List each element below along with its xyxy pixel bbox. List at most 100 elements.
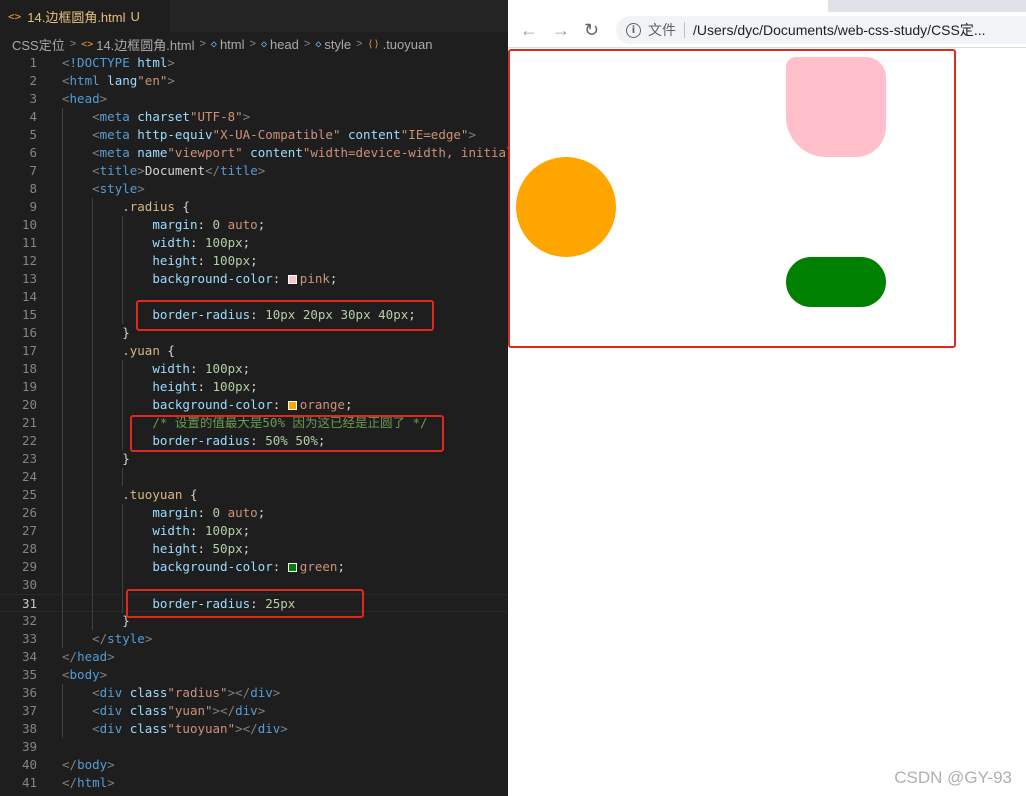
address-bar[interactable]: i 文件 /Users/dyc/Documents/web-css-study/… xyxy=(616,16,1026,44)
code-line[interactable]: 6 <meta name"viewport" content"width=dev… xyxy=(0,144,508,162)
browser-tab-inactive[interactable] xyxy=(841,0,1026,12)
indent-guide xyxy=(62,468,63,486)
code-line[interactable]: 4 <meta charset"UTF-8"> xyxy=(0,108,508,126)
line-number: 20 xyxy=(21,397,37,412)
code-text: height: 100px; xyxy=(152,379,258,394)
line-number: 22 xyxy=(21,433,37,448)
line-number: 6 xyxy=(29,145,37,160)
code-text: </head> xyxy=(62,649,115,664)
address-url[interactable]: /Users/dyc/Documents/web-css-study/CSS定.… xyxy=(693,20,986,40)
code-line[interactable]: 38 <div class"tuoyuan"></div> xyxy=(0,720,508,738)
code-text: height: 100px; xyxy=(152,253,258,268)
code-line[interactable]: 26 margin: 0 auto; xyxy=(0,504,508,522)
breadcrumb-item-folder[interactable]: CSS定位 xyxy=(12,35,65,54)
highlight-frame xyxy=(508,49,956,348)
code-line[interactable]: 41 </html> xyxy=(0,774,508,792)
line-number: 26 xyxy=(21,505,37,520)
code-line[interactable]: 1 <!DOCTYPE html> xyxy=(0,54,508,72)
line-number: 41 xyxy=(21,775,37,790)
code-text: } xyxy=(122,325,130,340)
line-number: 33 xyxy=(21,631,37,646)
code-text: .radius { xyxy=(122,199,190,214)
breadcrumb-item-file[interactable]: 14.边框圆角.html xyxy=(96,35,194,54)
line-number: 34 xyxy=(21,649,37,664)
info-icon[interactable]: i xyxy=(626,22,641,38)
line-number: 13 xyxy=(21,271,37,286)
indent-guide xyxy=(92,576,93,594)
code-line[interactable]: 20 background-color: orange; xyxy=(0,396,508,414)
code-text: width: 100px; xyxy=(152,235,251,250)
chevron-right-icon: > xyxy=(199,38,206,50)
line-number: 16 xyxy=(21,325,37,340)
line-number: 11 xyxy=(21,235,37,250)
code-line[interactable]: 37 <div class"yuan"></div> xyxy=(0,702,508,720)
code-line[interactable]: 10 margin: 0 auto; xyxy=(0,216,508,234)
line-number: 3 xyxy=(29,91,37,106)
browser-window: ← → ↻ i 文件 /Users/dyc/Documents/web-css-… xyxy=(508,0,1026,796)
line-number: 18 xyxy=(21,361,37,376)
code-line[interactable]: 35 <body> xyxy=(0,666,508,684)
code-line[interactable]: 28 height: 50px; xyxy=(0,540,508,558)
line-number: 30 xyxy=(21,577,37,592)
code-line[interactable]: 13 background-color: pink; xyxy=(0,270,508,288)
code-text: height: 50px; xyxy=(152,541,251,556)
html-file-icon: <> xyxy=(8,9,22,23)
code-line[interactable]: 19 height: 100px; xyxy=(0,378,508,396)
breadcrumb-item-style[interactable]: style xyxy=(324,37,351,52)
line-number: 8 xyxy=(29,181,37,196)
line-number: 5 xyxy=(29,127,37,142)
indent-guide xyxy=(62,576,63,594)
code-editor: <> 14.边框圆角.html U CSS定位 > <> 14.边框圆角.htm… xyxy=(0,0,508,796)
breadcrumb: CSS定位 > <> 14.边框圆角.html > ◇ html > ◇ hea… xyxy=(0,32,508,56)
line-number: 37 xyxy=(21,703,37,718)
code-line[interactable]: 7 <title>Document</title> xyxy=(0,162,508,180)
code-line[interactable]: 2 <html lang"en"> xyxy=(0,72,508,90)
browser-tab-active[interactable] xyxy=(508,0,828,12)
browser-toolbar: ← → ↻ i 文件 /Users/dyc/Documents/web-css-… xyxy=(508,12,1026,48)
tab-label: 14.边框圆角.html xyxy=(27,9,126,25)
code-text: <div class"tuoyuan"></div> xyxy=(92,721,288,736)
symbol-element-icon: ◇ xyxy=(210,38,217,50)
code-line[interactable]: 33 </style> xyxy=(0,630,508,648)
code-line[interactable]: 9 .radius { xyxy=(0,198,508,216)
forward-arrow-icon[interactable]: → xyxy=(552,20,570,40)
indent-guide xyxy=(62,288,63,306)
line-number: 29 xyxy=(21,559,37,574)
editor-tab-active[interactable]: <> 14.边框圆角.html U xyxy=(0,0,170,32)
highlight-box-tuoyuan xyxy=(126,589,364,618)
indent-guide xyxy=(92,288,93,306)
code-line[interactable]: 18 width: 100px; xyxy=(0,360,508,378)
chevron-right-icon: > xyxy=(69,38,77,50)
line-number: 31 xyxy=(21,596,37,611)
code-line[interactable]: 3 <head> xyxy=(0,90,508,108)
breadcrumb-item-html[interactable]: html xyxy=(220,37,245,52)
line-number: 25 xyxy=(21,487,37,502)
code-line[interactable]: 17 .yuan { xyxy=(0,342,508,360)
code-line[interactable]: 23 } xyxy=(0,450,508,468)
code-line[interactable]: 34 </head> xyxy=(0,648,508,666)
line-number: 2 xyxy=(29,73,37,88)
reload-icon[interactable]: ↻ xyxy=(584,20,599,40)
code-line[interactable]: 25 .tuoyuan { xyxy=(0,486,508,504)
code-line[interactable]: 12 height: 100px; xyxy=(0,252,508,270)
back-arrow-icon[interactable]: ← xyxy=(520,20,538,40)
code-line[interactable]: 8 <style> xyxy=(0,180,508,198)
address-scheme-label: 文件 xyxy=(648,22,676,38)
breadcrumb-item-selector[interactable]: .tuoyuan xyxy=(383,37,433,52)
code-line[interactable]: 39 xyxy=(0,738,508,756)
highlight-box-yuan xyxy=(130,415,444,452)
code-line[interactable]: 11 width: 100px; xyxy=(0,234,508,252)
line-number: 9 xyxy=(29,199,37,214)
code-line[interactable]: 36 <div class"radius"></div> xyxy=(0,684,508,702)
line-number: 19 xyxy=(21,379,37,394)
code-line[interactable]: 29 background-color: green; xyxy=(0,558,508,576)
code-line[interactable]: 5 <meta http-equiv"X-UA-Compatible" cont… xyxy=(0,126,508,144)
highlight-box-radius xyxy=(136,300,434,331)
code-line[interactable]: 24 xyxy=(0,468,508,486)
code-line[interactable]: 27 width: 100px; xyxy=(0,522,508,540)
breadcrumb-item-head[interactable]: head xyxy=(270,37,299,52)
tab-modified-indicator: U xyxy=(130,8,140,24)
address-divider xyxy=(684,22,685,38)
line-number: 38 xyxy=(21,721,37,736)
code-line[interactable]: 40 </body> xyxy=(0,756,508,774)
